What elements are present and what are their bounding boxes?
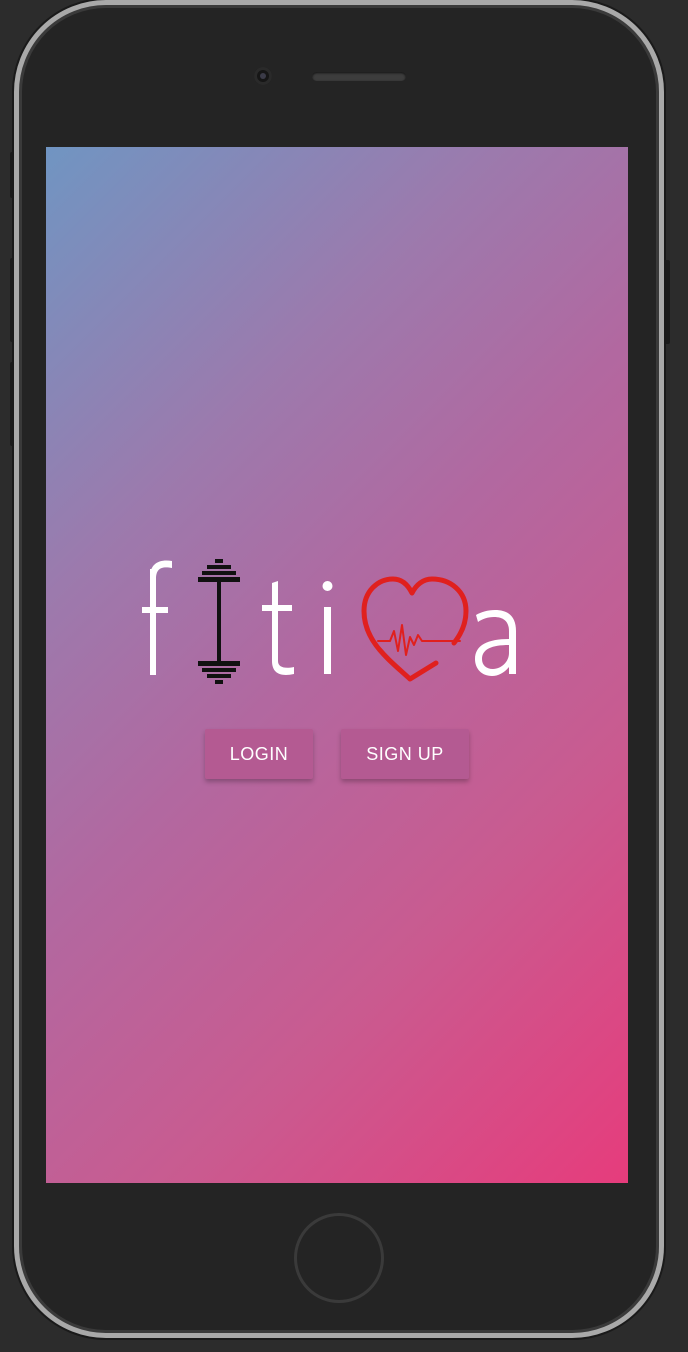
- app-screen: LOGIN SIGN UP: [46, 147, 628, 1183]
- logo-letter-a: [475, 610, 516, 676]
- heartbeat-heart-icon: [361, 576, 469, 682]
- fitiva-logo: [142, 559, 516, 684]
- power-button: [664, 260, 670, 344]
- logo-letter-t: [262, 581, 294, 675]
- logo-letter-i: [322, 581, 333, 674]
- dumbbell-icon: [198, 559, 240, 684]
- home-button[interactable]: [294, 1213, 384, 1303]
- signup-button[interactable]: SIGN UP: [341, 729, 469, 779]
- logo-letter-f: [142, 560, 172, 675]
- login-button[interactable]: LOGIN: [205, 729, 313, 779]
- earpiece-speaker: [312, 72, 406, 81]
- stage: LOGIN SIGN UP: [0, 0, 688, 1352]
- front-camera: [254, 67, 272, 85]
